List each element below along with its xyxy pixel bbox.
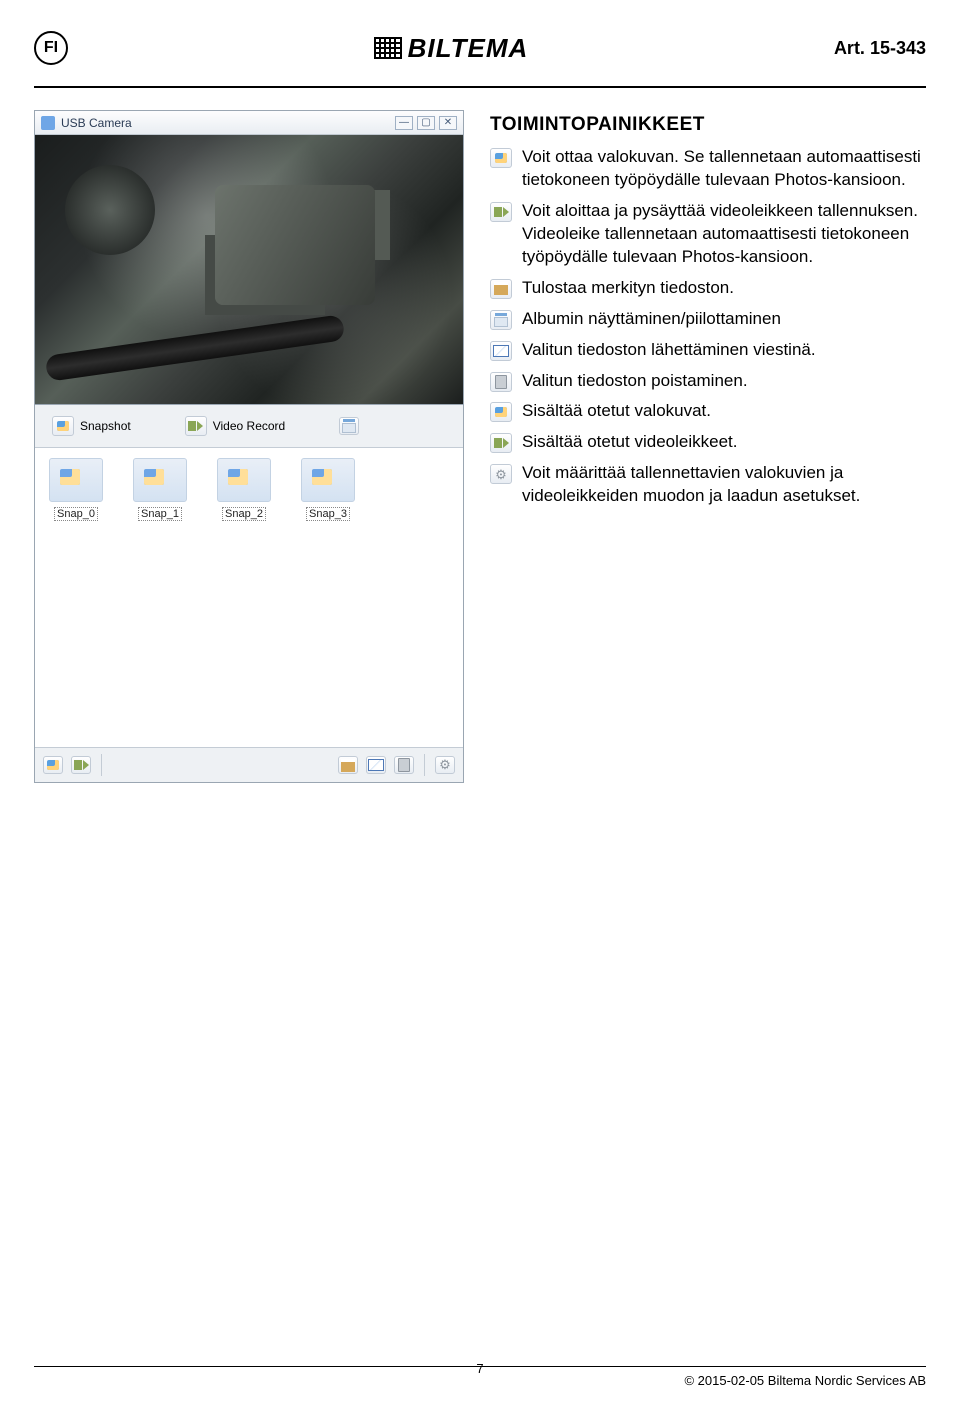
- description-text: Albumin näyttäminen/piilottaminen: [522, 308, 781, 331]
- video-record-label: Video Record: [213, 419, 286, 433]
- description-item: Voit ottaa valokuvan. Se tallennetaan au…: [490, 146, 926, 192]
- toolbar-separator: [424, 754, 425, 776]
- logo: BILTEMA: [374, 33, 529, 64]
- thumbnail-image: [301, 458, 355, 502]
- thumbnail-label: Snap_3: [306, 507, 350, 521]
- thumbnail-image: [217, 458, 271, 502]
- camera-icon: [41, 116, 55, 130]
- header-divider: [34, 86, 926, 88]
- album-icon: [490, 310, 512, 330]
- mail-icon: [490, 341, 512, 361]
- album-toggle-icon: [339, 417, 359, 435]
- delete-button[interactable]: [394, 756, 414, 774]
- camera-preview: [35, 135, 463, 405]
- window-title: USB Camera: [61, 116, 389, 130]
- usb-camera-window: USB Camera — ▢ ✕ Snapshot Video Record: [34, 110, 464, 783]
- logo-text: BILTEMA: [408, 33, 529, 64]
- send-mail-button[interactable]: [366, 756, 386, 774]
- video-icon: [490, 202, 512, 222]
- thumbnail-item[interactable]: Snap_2: [209, 458, 279, 737]
- description-item: Valitun tiedoston poistaminen.: [490, 370, 926, 393]
- album-toggle-button[interactable]: [332, 413, 366, 439]
- photos-folder-button[interactable]: [43, 756, 63, 774]
- capture-toolbar: Snapshot Video Record: [35, 405, 463, 448]
- photo-icon: [52, 416, 74, 436]
- engine-hose-graphic: [45, 314, 346, 381]
- thumbnail-image: [49, 458, 103, 502]
- description-title: TOIMINTOPAINIKKEET: [490, 114, 926, 136]
- thumbnail-item[interactable]: Snap_0: [41, 458, 111, 737]
- video-icon: [185, 416, 207, 436]
- toolbar-separator: [101, 754, 102, 776]
- video-folder-icon: [490, 433, 512, 453]
- snapshot-label: Snapshot: [80, 419, 131, 433]
- description-item: Voit aloittaa ja pysäyttää videoleikkeen…: [490, 200, 926, 269]
- description-item: Valitun tiedoston lähettäminen viestinä.: [490, 339, 926, 362]
- description-item: Albumin näyttäminen/piilottaminen: [490, 308, 926, 331]
- print-icon: [490, 279, 512, 299]
- description-item: Sisältää otetut videoleikkeet.: [490, 431, 926, 454]
- photo-folder-icon: [490, 402, 512, 422]
- logo-flag-icon: [374, 37, 402, 59]
- language-badge: FI: [34, 31, 68, 65]
- description-column: TOIMINTOPAINIKKEET Voit ottaa valokuvan.…: [490, 110, 926, 516]
- thumbnail-item[interactable]: Snap_3: [293, 458, 363, 737]
- page-footer: 7 © 2015-02-05 Biltema Nordic Services A…: [34, 1366, 926, 1388]
- article-number: Art. 15-343: [834, 38, 926, 59]
- thumbnail-image: [133, 458, 187, 502]
- description-text: Voit ottaa valokuvan. Se tallennetaan au…: [522, 146, 926, 192]
- description-item: Sisältää otetut valokuvat.: [490, 400, 926, 423]
- description-text: Sisältää otetut valokuvat.: [522, 400, 711, 423]
- window-close-button[interactable]: ✕: [439, 116, 457, 130]
- window-maximize-button[interactable]: ▢: [417, 116, 435, 130]
- copyright: © 2015-02-05 Biltema Nordic Services AB: [684, 1373, 926, 1388]
- thumbnail-strip: Snap_0 Snap_1 Snap_2 Snap_3: [35, 448, 463, 748]
- thumbnail-label: Snap_2: [222, 507, 266, 521]
- thumbnail-item[interactable]: Snap_1: [125, 458, 195, 737]
- trash-icon: [490, 372, 512, 392]
- gear-icon: [490, 464, 512, 484]
- description-item: Tulostaa merkityn tiedoston.: [490, 277, 926, 300]
- description-text: Sisältää otetut videoleikkeet.: [522, 431, 737, 454]
- page-number: 7: [450, 1361, 510, 1376]
- window-titlebar: USB Camera — ▢ ✕: [35, 111, 463, 135]
- video-record-button[interactable]: Video Record: [178, 413, 293, 439]
- description-text: Voit aloittaa ja pysäyttää videoleikkeen…: [522, 200, 926, 269]
- description-text: Tulostaa merkityn tiedoston.: [522, 277, 734, 300]
- videos-folder-button[interactable]: [71, 756, 91, 774]
- thumbnail-label: Snap_1: [138, 507, 182, 521]
- description-text: Voit määrittää tallennettavien valokuvie…: [522, 462, 926, 508]
- description-text: Valitun tiedoston lähettäminen viestinä.: [522, 339, 816, 362]
- description-list: Voit ottaa valokuvan. Se tallennetaan au…: [490, 146, 926, 508]
- photo-icon: [490, 148, 512, 168]
- description-item: Voit määrittää tallennettavien valokuvie…: [490, 462, 926, 508]
- settings-button[interactable]: [435, 756, 455, 774]
- description-text: Valitun tiedoston poistaminen.: [522, 370, 748, 393]
- print-button[interactable]: [338, 756, 358, 774]
- bottom-toolbar: [35, 748, 463, 782]
- thumbnail-label: Snap_0: [54, 507, 98, 521]
- window-minimize-button[interactable]: —: [395, 116, 413, 130]
- snapshot-button[interactable]: Snapshot: [45, 413, 138, 439]
